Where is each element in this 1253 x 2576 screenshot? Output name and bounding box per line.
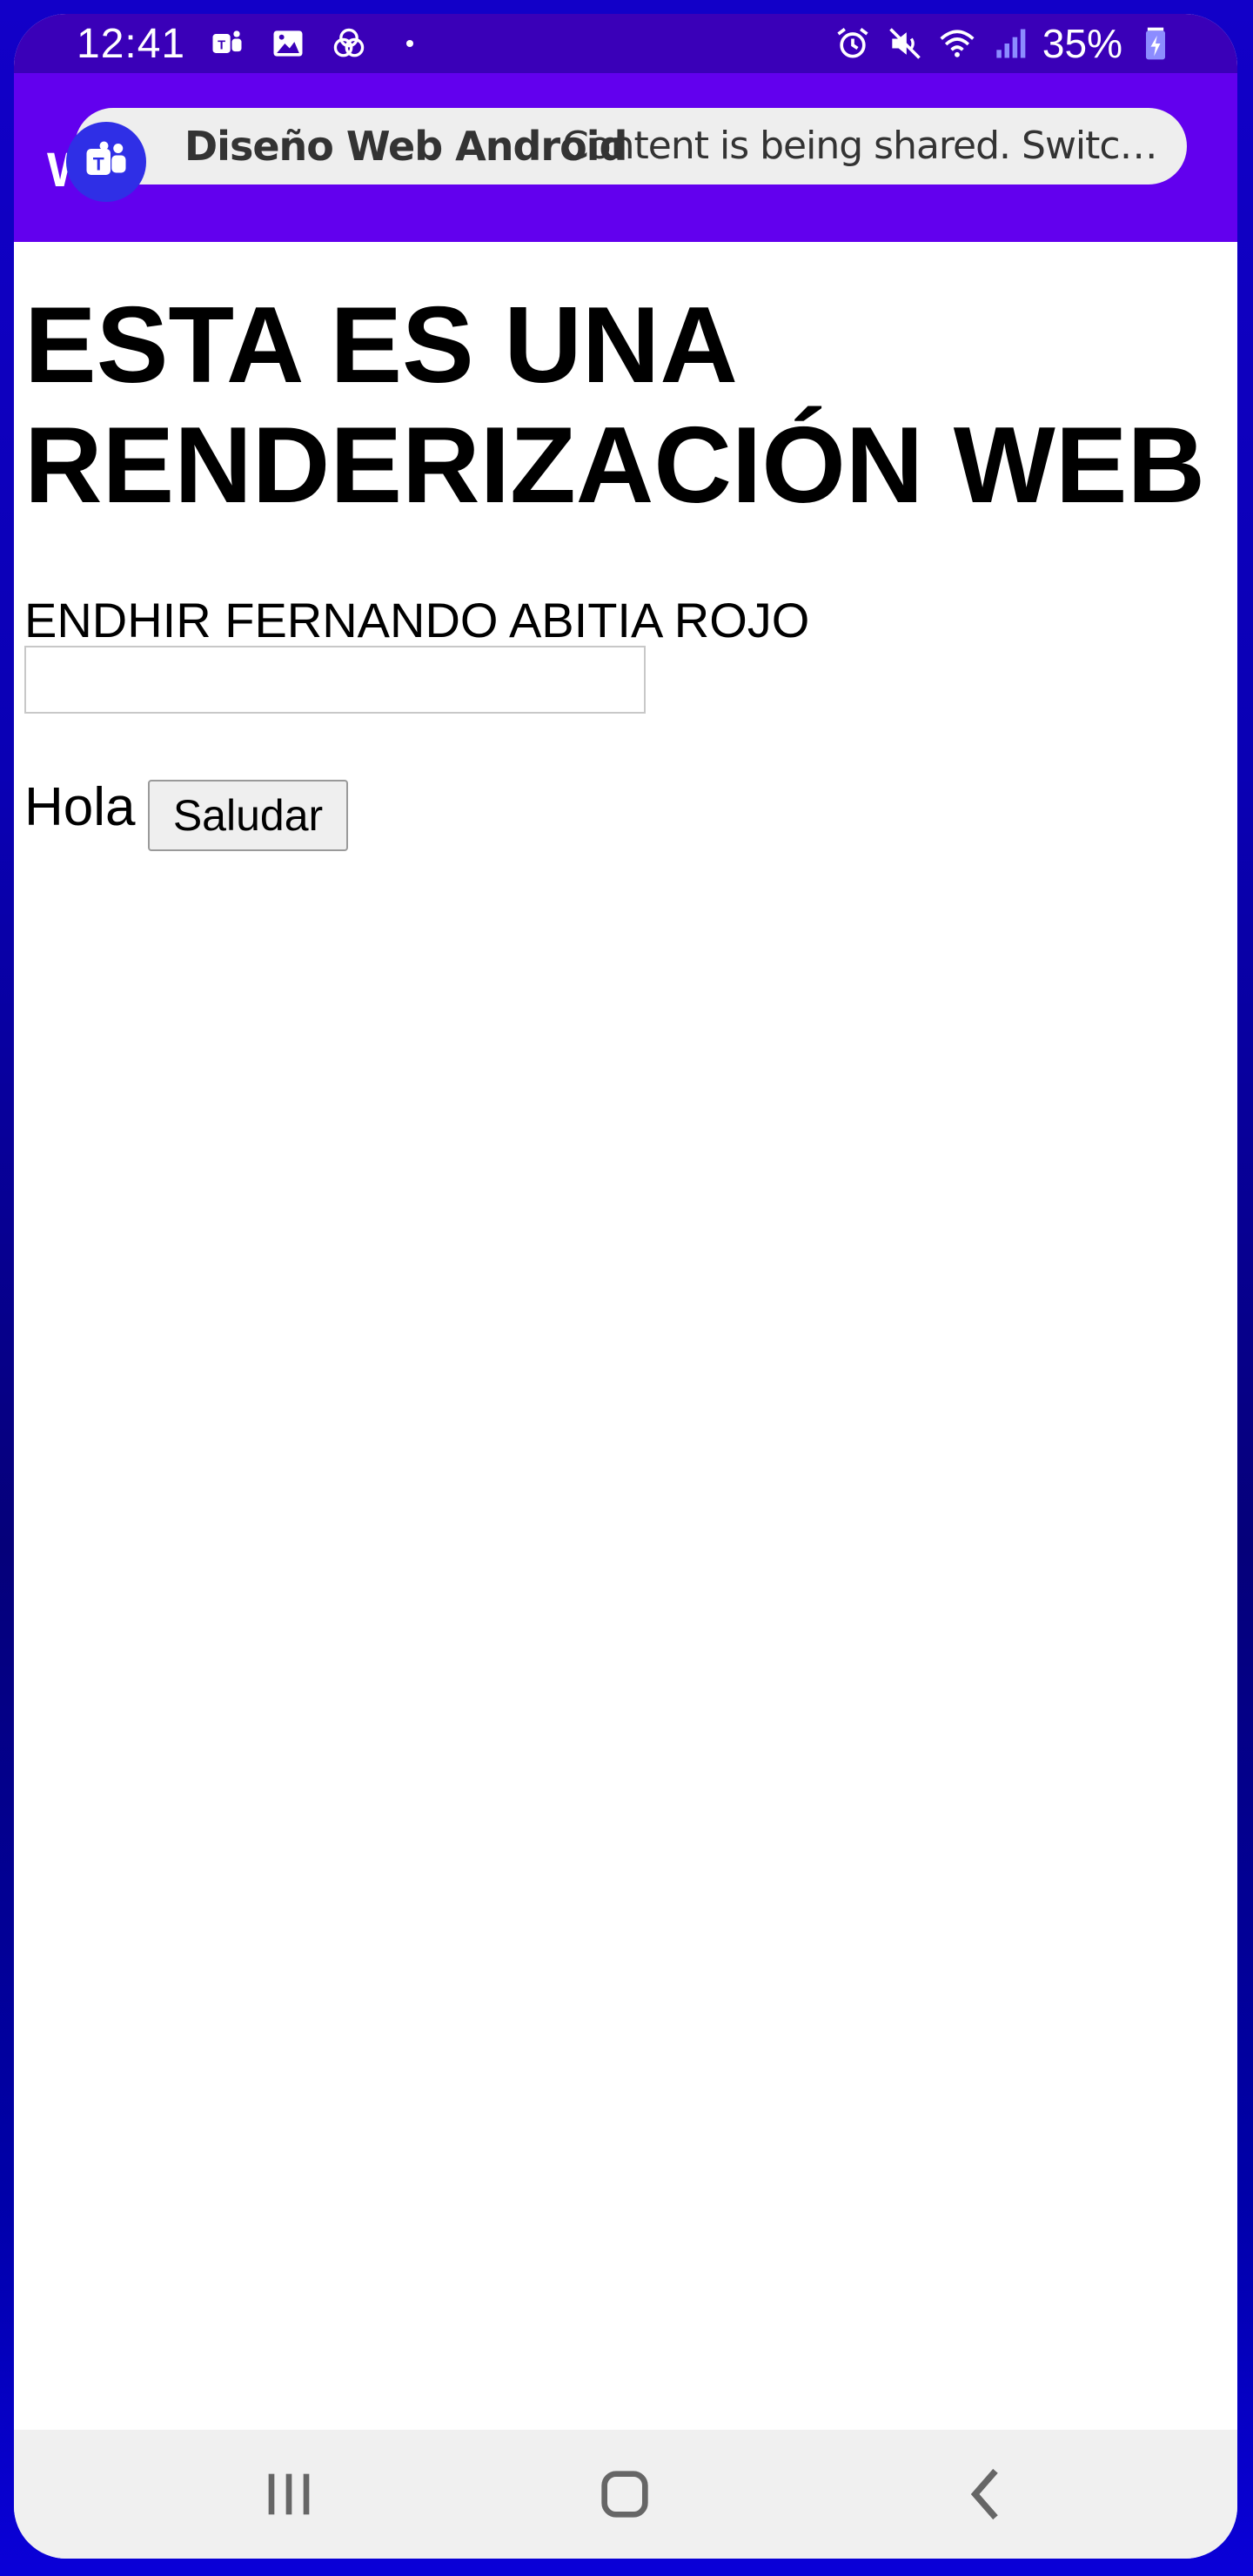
venn-icon bbox=[330, 24, 368, 63]
status-bar-left: 12:41 T bbox=[77, 14, 429, 73]
status-bar-right: 35% bbox=[834, 14, 1175, 73]
home-icon[interactable] bbox=[581, 2454, 668, 2534]
name-label: ENDHIR FERNANDO ABITIA ROJO bbox=[24, 593, 810, 647]
webview-content: ESTA ES UNA RENDERIZACIÓN WEB ENDHIR FER… bbox=[14, 242, 1237, 2418]
teams-icon: T bbox=[208, 24, 246, 63]
svg-text:T: T bbox=[218, 38, 225, 52]
svg-text:T: T bbox=[93, 154, 104, 175]
back-icon[interactable] bbox=[943, 2454, 1030, 2534]
battery-percent: 35% bbox=[1042, 21, 1122, 66]
image-icon bbox=[269, 24, 307, 63]
greeting-text: Hola bbox=[24, 777, 136, 837]
share-banner-title: Diseño Web Android bbox=[184, 123, 627, 170]
wifi-icon bbox=[938, 24, 976, 63]
page-heading: ESTA ES UNA RENDERIZACIÓN WEB bbox=[24, 285, 1206, 526]
greet-button[interactable]: Saludar bbox=[148, 780, 348, 851]
alarm-icon bbox=[834, 24, 872, 63]
recents-icon[interactable] bbox=[245, 2454, 332, 2534]
teams-badge-icon[interactable]: T bbox=[66, 122, 146, 202]
phone-screen: 12:41 T 35% Diseño Web Android Content i… bbox=[14, 14, 1237, 2559]
device-frame: 12:41 T 35% Diseño Web Android Content i… bbox=[0, 0, 1253, 2576]
battery-icon bbox=[1136, 24, 1175, 63]
mute-icon bbox=[886, 24, 924, 63]
app-bar: W Diseño Web Android Content is being sh… bbox=[14, 73, 1237, 242]
status-bar: 12:41 T 35% bbox=[14, 14, 1237, 73]
dot-icon bbox=[391, 24, 429, 63]
share-notification-banner[interactable]: Diseño Web Android Content is being shar… bbox=[75, 108, 1187, 184]
share-banner-message: Content is being shared. Switch t… bbox=[562, 124, 1171, 168]
name-input[interactable] bbox=[24, 646, 646, 714]
navigation-bar bbox=[14, 2430, 1237, 2559]
status-time: 12:41 bbox=[77, 20, 186, 67]
signal-icon bbox=[990, 24, 1029, 63]
